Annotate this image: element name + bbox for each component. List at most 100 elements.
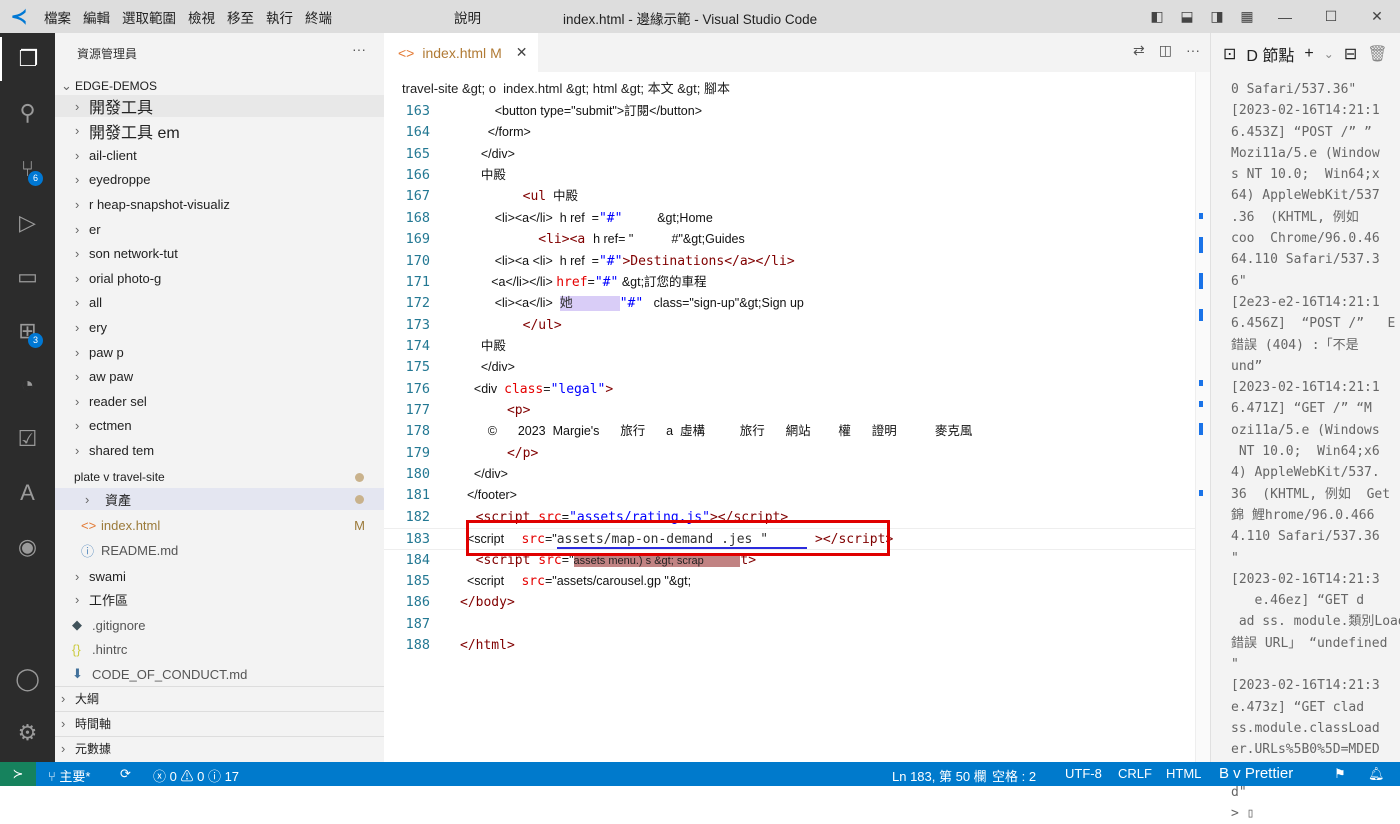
section-timeline[interactable]: › 時間軸 bbox=[55, 711, 384, 735]
tab-index-html[interactable]: <> index.html M ✕ bbox=[384, 33, 538, 72]
toggle-sidebar-icon[interactable]: ◧ bbox=[1142, 8, 1172, 25]
folder-swami[interactable]: › swami bbox=[55, 565, 384, 587]
line-ending[interactable]: CRLF bbox=[1118, 766, 1152, 781]
code-line[interactable]: 180 </div> bbox=[384, 464, 1210, 485]
minimize-button[interactable]: — bbox=[1262, 9, 1308, 25]
branch-indicator[interactable]: ⑂ 主要* bbox=[48, 766, 90, 785]
menu-terminal[interactable]: 終端 bbox=[299, 7, 338, 27]
split-editor-icon[interactable]: ◫ bbox=[1159, 42, 1172, 59]
split-terminal-icon[interactable]: ⊟ bbox=[1344, 44, 1357, 64]
file-readme[interactable]: ⓘ README.md bbox=[55, 539, 384, 561]
menu-file[interactable]: 檔案 bbox=[38, 7, 77, 27]
language-mode[interactable]: HTML bbox=[1166, 766, 1201, 781]
prettier-status[interactable]: B v Prettier bbox=[1219, 765, 1293, 782]
folder-item[interactable]: › 開發工具 em bbox=[55, 120, 384, 142]
indentation[interactable]: 空格 : 2 bbox=[992, 766, 1036, 785]
problems-indicator[interactable]: ⓧ 0 ⚠ 0 ⓘ 17 bbox=[153, 766, 239, 785]
compare-changes-icon[interactable]: ⇄ bbox=[1133, 42, 1145, 59]
breadcrumb[interactable]: travel-site &gt; o index.html &gt; html … bbox=[402, 78, 730, 97]
remote-icon[interactable]: ≻ bbox=[0, 762, 36, 786]
code-line[interactable]: 186 </body> bbox=[384, 592, 1210, 613]
file-code-of-conduct[interactable]: ⬇ CODE_OF_CONDUCT.md bbox=[55, 663, 384, 685]
folder-travel-site[interactable]: plate v travel-site bbox=[55, 466, 384, 488]
terminal-output[interactable]: 0 Safari/537.36" [2023-02-16T14:21:1 6.453… bbox=[1231, 79, 1400, 824]
devtools-icon[interactable]: ◉ bbox=[0, 525, 55, 569]
run-debug-icon[interactable]: ▷ bbox=[0, 201, 55, 245]
section-metadata[interactable]: › 元數據 bbox=[55, 736, 384, 760]
customize-layout-icon[interactable]: ▦ bbox=[1232, 8, 1262, 25]
menu-run[interactable]: 執行 bbox=[260, 7, 299, 27]
menu-view[interactable]: 檢視 bbox=[182, 7, 221, 27]
code-line[interactable]: 174 中殿 bbox=[384, 336, 1210, 357]
file-hintrc[interactable]: {} .hintrc bbox=[55, 638, 384, 660]
folder-item[interactable]: › paw p bbox=[55, 341, 384, 363]
remote-explorer-icon[interactable]: ▭ bbox=[0, 255, 55, 299]
code-line[interactable]: 179 </p> bbox=[384, 443, 1210, 464]
folder-item[interactable]: › orial photo-g bbox=[55, 267, 384, 289]
menu-help[interactable]: 說明 bbox=[448, 7, 487, 27]
toggle-secondary-sidebar-icon[interactable]: ◨ bbox=[1202, 8, 1232, 25]
code-line[interactable]: 171 <a</li></li> href="#" &gt;訂您的車程 bbox=[384, 272, 1210, 293]
account-icon[interactable]: ◯ bbox=[0, 657, 55, 701]
section-outline[interactable]: › 大綱 bbox=[55, 686, 384, 710]
settings-gear-icon[interactable]: ⚙ bbox=[0, 711, 55, 755]
code-line[interactable]: 175 </div> bbox=[384, 357, 1210, 378]
code-line[interactable]: 187 bbox=[384, 614, 1210, 635]
code-line[interactable]: 166 中殿 bbox=[384, 165, 1210, 186]
folder-item[interactable]: › r heap-snapshot-visualiz bbox=[55, 193, 384, 215]
code-line[interactable]: 168 <li><a</li> h ref ="#" &gt;Home bbox=[384, 208, 1210, 229]
chevron-down-icon[interactable]: ⌄ bbox=[1324, 47, 1334, 61]
file-index-html[interactable]: <> index.html M bbox=[55, 514, 384, 536]
folder-item[interactable]: › eyedroppe bbox=[55, 169, 384, 191]
more-actions-icon[interactable]: ··· bbox=[352, 41, 366, 57]
code-line[interactable]: 164 </form> bbox=[384, 122, 1210, 143]
code-line[interactable]: 178 © 2023 Margie's 旅行 a 虛構 旅行 網站 權 證明 麥… bbox=[384, 421, 1210, 442]
code-area[interactable]: 163 <button type="submit">訂閱</button> 164… bbox=[384, 101, 1210, 656]
close-button[interactable]: ✕ bbox=[1354, 8, 1400, 25]
cursor-position[interactable]: Ln 183, 第 50 欄 bbox=[892, 766, 987, 785]
code-line[interactable]: 172 <li><a</li> 她 "#" class="sign-up"&gt… bbox=[384, 293, 1210, 314]
edge-icon[interactable]: ◔ bbox=[0, 363, 55, 407]
new-terminal-button[interactable]: + bbox=[1304, 45, 1313, 63]
folder-workspace[interactable]: › 工作區 bbox=[55, 588, 384, 610]
folder-item[interactable]: › reader sel bbox=[55, 390, 384, 412]
folder-assets[interactable]: › 資產 bbox=[55, 488, 384, 510]
code-line[interactable]: 185 <script src="assets/carousel.gp "&gt… bbox=[384, 571, 1210, 592]
folder-item[interactable]: › aw paw bbox=[55, 366, 384, 388]
explorer-icon[interactable]: ❐ bbox=[0, 37, 55, 81]
code-line[interactable]: 170 <li><a <li> h ref ="#">Destinations<… bbox=[384, 251, 1210, 272]
menu-selection[interactable]: 選取範圍 bbox=[116, 7, 182, 27]
testing-icon[interactable]: ☑ bbox=[0, 417, 55, 461]
trash-icon[interactable]: 🗑 bbox=[1367, 44, 1387, 64]
editor-scrollbar[interactable] bbox=[1195, 72, 1210, 762]
azure-icon[interactable]: A bbox=[0, 471, 55, 515]
terminal-name[interactable]: D 節點 bbox=[1246, 42, 1294, 66]
menu-go[interactable]: 移至 bbox=[221, 7, 260, 27]
code-line[interactable]: 173 </ul> bbox=[384, 315, 1210, 336]
folder-item[interactable]: › ectmen bbox=[55, 415, 384, 437]
file-gitignore[interactable]: ◆ .gitignore bbox=[55, 614, 384, 636]
maximize-button[interactable]: ☐ bbox=[1308, 8, 1354, 25]
source-control-icon[interactable]: ⑂ 6 bbox=[0, 147, 55, 191]
toggle-panel-icon[interactable]: ⬓ bbox=[1172, 8, 1202, 25]
code-line[interactable]: 176 <div class="legal"> bbox=[384, 379, 1210, 400]
search-icon[interactable]: ⚲ bbox=[0, 91, 55, 135]
code-line[interactable]: 167 <ul 中殿 bbox=[384, 186, 1210, 207]
close-tab-icon[interactable]: ✕ bbox=[516, 44, 528, 61]
extensions-icon[interactable]: ⊞ 3 bbox=[0, 309, 55, 353]
folder-item[interactable]: › shared tem bbox=[55, 439, 384, 461]
code-line[interactable]: 163 <button type="submit">訂閱</button> bbox=[384, 101, 1210, 122]
folder-item[interactable]: › 開發工具 bbox=[55, 95, 384, 117]
code-line[interactable]: 169 <li><a h ref= " #"&gt;Guides bbox=[384, 229, 1210, 250]
sync-icon[interactable]: ⟳ bbox=[120, 766, 131, 782]
folder-item[interactable]: › son network-tut bbox=[55, 243, 384, 265]
code-line[interactable]: 188 </html> bbox=[384, 635, 1210, 656]
code-line[interactable]: 181 </footer> bbox=[384, 485, 1210, 506]
folder-item[interactable]: › ery bbox=[55, 316, 384, 338]
folder-item[interactable]: › ail-client bbox=[55, 144, 384, 166]
feedback-icon[interactable]: ⚑ bbox=[1334, 766, 1346, 782]
folder-item[interactable]: › er bbox=[55, 218, 384, 240]
menu-edit[interactable]: 編輯 bbox=[77, 7, 116, 27]
more-actions-icon[interactable]: ··· bbox=[1186, 42, 1200, 59]
folder-item[interactable]: › all bbox=[55, 292, 384, 314]
